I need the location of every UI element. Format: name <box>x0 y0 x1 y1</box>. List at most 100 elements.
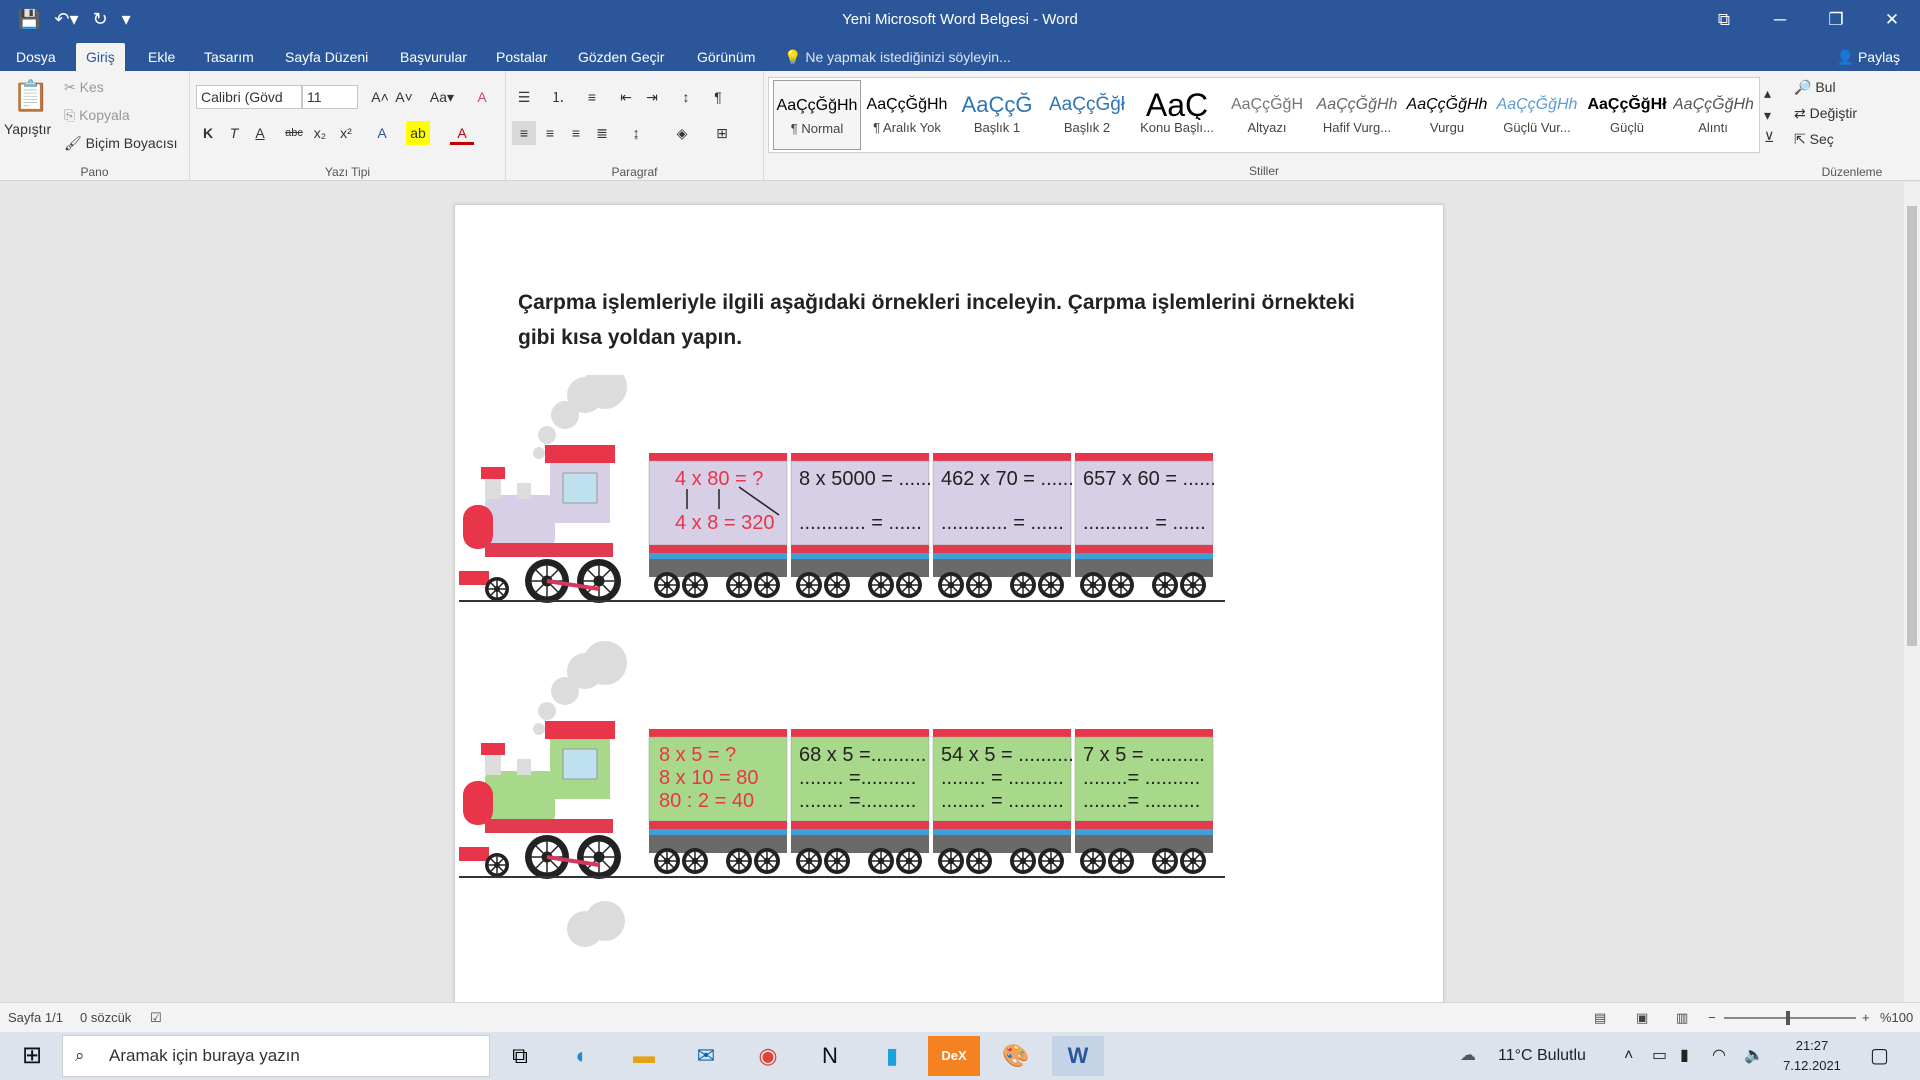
scrollbar-thumb[interactable] <box>1907 206 1917 646</box>
cut-button[interactable]: ✂ Kes <box>64 79 104 96</box>
word-count[interactable]: 0 sözcük <box>80 1003 131 1033</box>
paste-button[interactable]: Yapıştır <box>4 121 51 137</box>
zoom-out-icon[interactable]: − <box>1708 1003 1716 1033</box>
weather-text[interactable]: 11°C Bulutlu <box>1498 1032 1586 1080</box>
align-left-icon[interactable]: ≡ <box>512 121 536 145</box>
borders-icon[interactable]: ⊞ <box>710 121 734 145</box>
web-layout-icon[interactable]: ▥ <box>1676 1003 1688 1033</box>
style-no-spacing[interactable]: AaÇçĞğHh ¶ Aralık Yok <box>863 80 951 150</box>
phone-app-icon[interactable]: ▮ <box>866 1036 918 1076</box>
restore-button[interactable]: ❐ <box>1808 0 1864 39</box>
styles-scroll-up-icon[interactable]: ▴ <box>1764 85 1771 102</box>
shading-icon[interactable]: ◈ <box>670 121 694 145</box>
redo-icon[interactable]: ↻ <box>93 6 108 32</box>
text-effects-icon[interactable]: A <box>370 121 394 145</box>
page-count[interactable]: Sayfa 1/1 <box>8 1003 63 1033</box>
font-color-icon[interactable]: A <box>450 121 474 145</box>
proofing-icon[interactable]: ☑ <box>150 1003 162 1033</box>
edge-icon[interactable]: ◐ <box>556 1036 608 1076</box>
underline-button[interactable]: A <box>248 121 272 145</box>
format-painter-button[interactable]: 🖌 Biçim Boyacısı <box>64 135 177 152</box>
pilcrow-icon[interactable]: ¶ <box>706 85 730 109</box>
strikethrough-icon[interactable]: abc <box>282 121 306 145</box>
align-center-icon[interactable]: ≡ <box>538 121 562 145</box>
word-taskbar-icon[interactable]: W <box>1052 1036 1104 1076</box>
volume-icon[interactable]: 🔈 <box>1744 1032 1764 1080</box>
meet-icon[interactable]: ▭ <box>1652 1032 1667 1080</box>
multilevel-list-icon[interactable]: ≡ <box>580 85 604 109</box>
zoom-slider-thumb[interactable] <box>1786 1011 1790 1025</box>
styles-scroll-down-icon[interactable]: ▾ <box>1764 107 1771 124</box>
tab-sayfa-duzeni[interactable]: Sayfa Düzeni <box>275 43 378 71</box>
zoom-level[interactable]: %100 <box>1880 1003 1913 1033</box>
style-emphasis[interactable]: AaÇçĞğHh Vurgu <box>1403 80 1491 150</box>
style-heading-2[interactable]: AaÇçĞğł Başlık 2 <box>1043 80 1131 150</box>
tab-gozden-gecir[interactable]: Gözden Geçir <box>568 43 674 71</box>
task-view-icon[interactable]: ⧉ <box>494 1036 546 1076</box>
zoom-in-icon[interactable]: + <box>1862 1003 1870 1033</box>
find-button[interactable]: 🔎 Bul <box>1794 79 1836 96</box>
dex-app-icon[interactable]: DeX <box>928 1036 980 1076</box>
tab-gorunum[interactable]: Görünüm <box>687 43 765 71</box>
paste-icon[interactable]: 📋 <box>12 79 49 114</box>
bold-button[interactable]: K <box>196 121 220 145</box>
tab-ekle[interactable]: Ekle <box>138 43 185 71</box>
style-intense-emphasis[interactable]: AaÇçĞğHh Güçlü Vur... <box>1493 80 1581 150</box>
tab-postalar[interactable]: Postalar <box>486 43 557 71</box>
select-button[interactable]: ⇱ Seç <box>1794 131 1834 148</box>
wifi-icon[interactable]: ◠ <box>1712 1032 1726 1080</box>
style-subtle-emphasis[interactable]: AaÇçĞğHh Hafif Vurg... <box>1313 80 1401 150</box>
file-explorer-icon[interactable]: ▬ <box>618 1036 670 1076</box>
chevron-down-icon[interactable]: ▾ <box>122 6 131 32</box>
print-layout-icon[interactable]: ▣ <box>1636 1003 1648 1033</box>
weather-icon[interactable]: ☁ <box>1460 1032 1476 1080</box>
style-title[interactable]: AaÇ Konu Başlı... <box>1133 80 1221 150</box>
subscript-icon[interactable]: x₂ <box>308 121 332 145</box>
justify-icon[interactable]: ≣ <box>590 121 614 145</box>
style-heading-1[interactable]: AaÇçĞ Başlık 1 <box>953 80 1041 150</box>
mail-icon[interactable]: ✉ <box>680 1036 732 1076</box>
styles-more-icon[interactable]: ⊻ <box>1764 129 1774 146</box>
paint-icon[interactable]: 🎨 <box>990 1036 1042 1076</box>
windows-start-icon[interactable]: ⊞ <box>6 1036 58 1076</box>
font-name-select[interactable]: Calibri (Gövd <box>196 85 302 109</box>
decrease-indent-icon[interactable]: ⇤ <box>614 85 638 109</box>
line-spacing-icon[interactable]: ↨ <box>624 121 648 145</box>
notifications-icon[interactable]: ▢ <box>1870 1032 1889 1080</box>
tab-basvurular[interactable]: Başvurular <box>390 43 477 71</box>
battery-icon[interactable]: ▮ <box>1680 1032 1689 1080</box>
sort-icon[interactable]: ↕ <box>674 85 698 109</box>
style-normal[interactable]: AaÇçĞğHh ¶ Normal <box>773 80 861 150</box>
tab-giris[interactable]: Giriş <box>76 43 125 71</box>
grow-font-icon[interactable]: A˄ <box>368 85 392 109</box>
numbering-icon[interactable]: ⒈ <box>546 85 570 109</box>
chrome-icon[interactable]: ◉ <box>742 1036 794 1076</box>
change-case-icon[interactable]: Aa▾ <box>426 85 458 109</box>
document-page[interactable]: Çarpma işlemleriyle ilgili aşağıdaki örn… <box>454 204 1444 1002</box>
font-size-select[interactable]: 11 <box>302 85 358 109</box>
minimize-button[interactable]: ─ <box>1752 0 1808 39</box>
bullets-icon[interactable]: ☰ <box>512 85 536 109</box>
tray-chevron-icon[interactable]: ˄ <box>1624 1032 1633 1080</box>
increase-indent-icon[interactable]: ⇥ <box>640 85 664 109</box>
style-strong[interactable]: AaÇçĞğHł Güçlü <box>1583 80 1671 150</box>
align-right-icon[interactable]: ≡ <box>564 121 588 145</box>
highlight-icon[interactable]: ab <box>406 121 430 145</box>
ribbon-display-icon[interactable]: ⧉ <box>1696 0 1752 39</box>
clear-format-icon[interactable]: A <box>470 85 494 109</box>
vertical-scrollbar[interactable] <box>1904 182 1920 1002</box>
undo-icon[interactable]: ↶▾ <box>54 6 78 32</box>
tell-me-search[interactable]: 💡 Ne yapmak istediğinizi söyleyin... <box>784 43 1011 71</box>
shrink-font-icon[interactable]: A˅ <box>392 85 416 109</box>
tab-dosya[interactable]: Dosya <box>6 43 66 71</box>
italic-button[interactable]: T <box>222 121 246 145</box>
clock[interactable]: 21:27 7.12.2021 <box>1772 1036 1852 1076</box>
style-quote[interactable]: AaÇçĞğHh Alıntı <box>1673 80 1753 150</box>
taskbar-search[interactable]: ⌕ Aramak için buraya yazın <box>62 1035 490 1077</box>
style-subtitle[interactable]: AaÇçĞğH Altyazı <box>1223 80 1311 150</box>
notion-icon[interactable]: N <box>804 1036 856 1076</box>
close-button[interactable]: ✕ <box>1864 0 1920 39</box>
superscript-icon[interactable]: x² <box>334 121 358 145</box>
copy-button[interactable]: ⎘ Kopyala <box>64 107 130 124</box>
save-icon[interactable]: 💾 <box>18 6 40 32</box>
